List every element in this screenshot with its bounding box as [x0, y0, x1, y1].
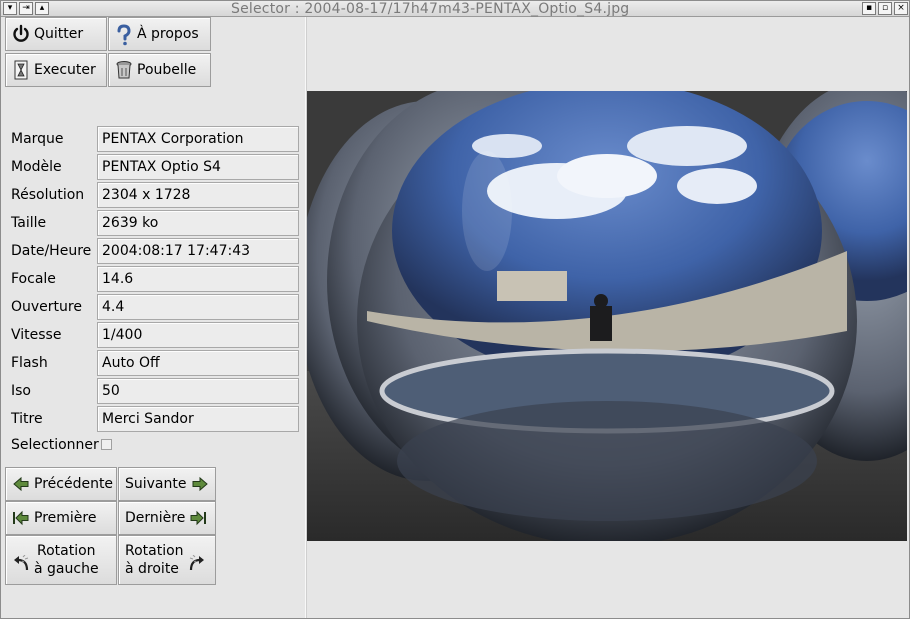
quit-button[interactable]: Quitter [5, 17, 107, 51]
about-label: À propos [137, 26, 199, 42]
field-label-taille: Taille [11, 215, 47, 231]
power-icon [12, 24, 30, 44]
field-value-flash[interactable]: Auto Off [97, 350, 299, 376]
image-panel [307, 17, 909, 618]
first-button[interactable]: Première [5, 501, 117, 535]
rotate-right-button[interactable]: Rotation à droite [118, 535, 216, 585]
rotate-right-text: Rotation à droite [125, 542, 184, 578]
trash-icon [115, 60, 133, 80]
title-bar: ▾ ⇥ ▴ Selector : 2004-08-17/17h47m43-PEN… [1, 1, 909, 17]
maximize-button[interactable]: ▫ [878, 2, 892, 15]
last-label: Dernière [125, 510, 186, 526]
close-button[interactable]: × [894, 2, 908, 15]
field-value-date[interactable]: 2004:08:17 17:47:43 [97, 238, 299, 264]
arrow-left-icon [12, 474, 30, 494]
field-label-iso: Iso [11, 383, 31, 399]
first-icon [12, 508, 30, 528]
field-label-date: Date/Heure [11, 243, 92, 259]
next-label: Suivante [125, 476, 187, 492]
field-label-vitesse: Vitesse [11, 327, 62, 343]
field-label-flash: Flash [11, 355, 48, 371]
field-value-vitesse[interactable]: 1/400 [97, 322, 299, 348]
about-button[interactable]: À propos [108, 17, 211, 51]
select-checkbox[interactable] [101, 439, 112, 450]
rotate-left-line2: à gauche [34, 561, 99, 577]
field-label-marque: Marque [11, 131, 64, 147]
stick-button[interactable]: ⇥ [19, 2, 33, 15]
rotate-left-button[interactable]: Rotation à gauche [5, 535, 117, 585]
next-button[interactable]: Suivante [118, 467, 216, 501]
question-icon [115, 24, 133, 46]
shade-button[interactable]: ▴ [35, 2, 49, 15]
field-label-ouverture: Ouverture [11, 299, 82, 315]
field-value-ouverture[interactable]: 4.4 [97, 294, 299, 320]
app-window: ▾ ⇥ ▴ Selector : 2004-08-17/17h47m43-PEN… [0, 0, 910, 619]
field-label-titre: Titre [11, 411, 43, 427]
left-panel: Quitter À propos Executer Poubelle Marqu… [1, 17, 305, 618]
field-value-focale[interactable]: 14.6 [97, 266, 299, 292]
photo-preview [307, 91, 907, 541]
last-button[interactable]: Dernière [118, 501, 216, 535]
execute-label: Executer [34, 62, 96, 78]
rotate-left-text: Rotation à gauche [34, 542, 99, 578]
last-icon [189, 508, 207, 528]
field-value-taille[interactable]: 2639 ko [97, 210, 299, 236]
rotate-right-icon [188, 554, 206, 575]
field-label-resolution: Résolution [11, 187, 85, 203]
previous-button[interactable]: Précédente [5, 467, 117, 501]
minimize-button[interactable]: ▪ [862, 2, 876, 15]
rotate-left-icon [12, 554, 30, 575]
hourglass-icon [12, 60, 30, 80]
field-label-focale: Focale [11, 271, 56, 287]
window-menu-button[interactable]: ▾ [3, 2, 17, 15]
field-label-modele: Modèle [11, 159, 62, 175]
window-title: Selector : 2004-08-17/17h47m43-PENTAX_Op… [231, 1, 630, 17]
select-label: Selectionner [11, 437, 99, 453]
execute-button[interactable]: Executer [5, 53, 107, 87]
field-value-titre[interactable]: Merci Sandor [97, 406, 299, 432]
previous-label: Précédente [34, 476, 114, 492]
rotate-right-line2: à droite [125, 561, 179, 577]
first-label: Première [34, 510, 97, 526]
field-value-iso[interactable]: 50 [97, 378, 299, 404]
field-value-resolution[interactable]: 2304 x 1728 [97, 182, 299, 208]
trash-label: Poubelle [137, 62, 197, 78]
field-value-modele[interactable]: PENTAX Optio S4 [97, 154, 299, 180]
arrow-right-icon [191, 474, 209, 494]
rotate-left-line1: Rotation [37, 543, 96, 559]
field-value-marque[interactable]: PENTAX Corporation [97, 126, 299, 152]
rotate-right-line1: Rotation [125, 543, 184, 559]
trash-button[interactable]: Poubelle [108, 53, 211, 87]
quit-label: Quitter [34, 26, 84, 42]
